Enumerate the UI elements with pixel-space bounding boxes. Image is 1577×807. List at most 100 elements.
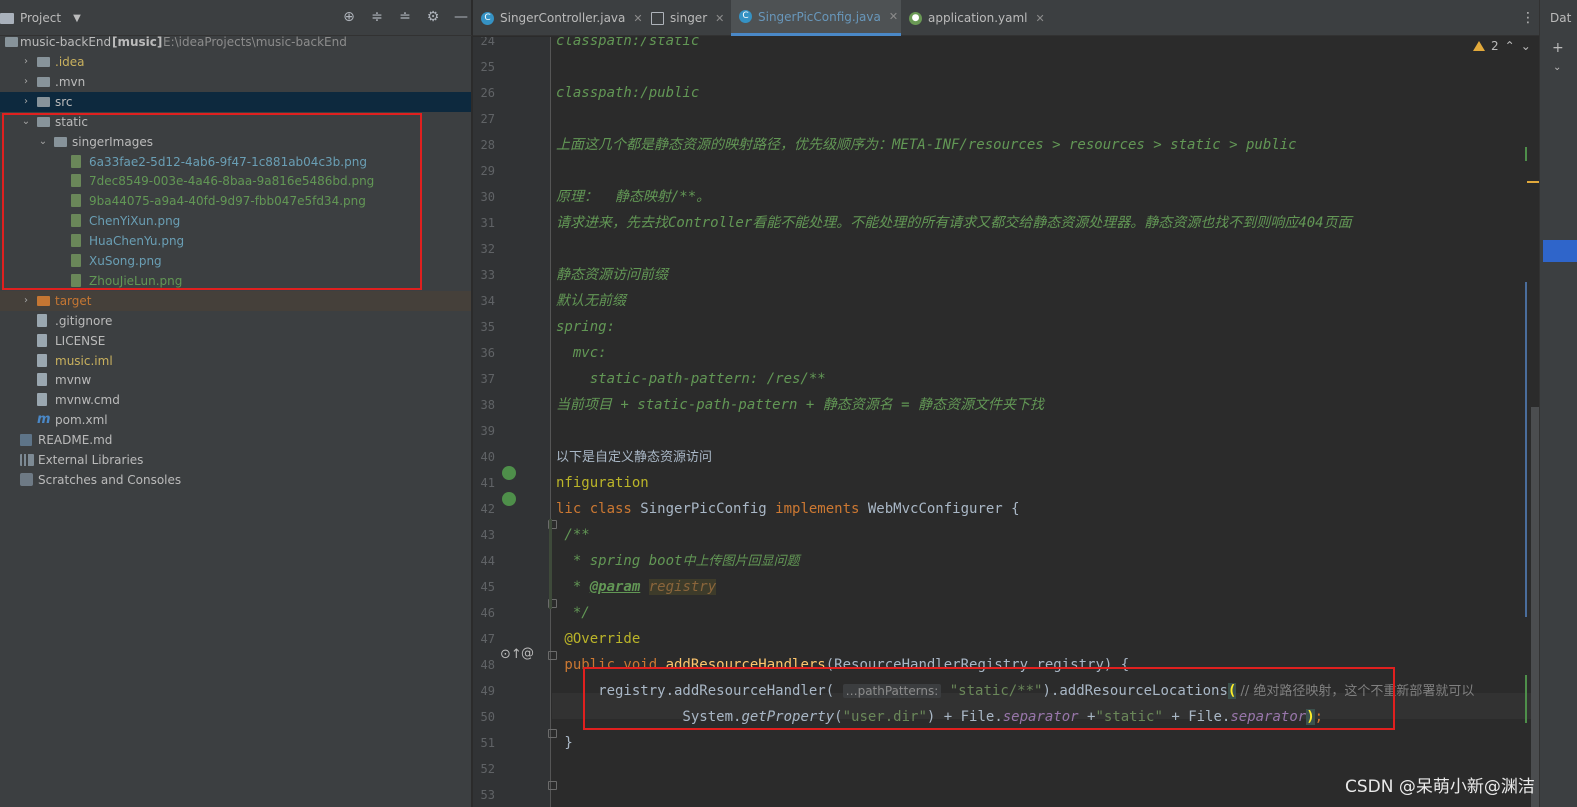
- tree-item-label: README.md: [38, 433, 113, 448]
- code-line-47: @Override: [556, 626, 640, 652]
- tree-item-music-iml[interactable]: music.iml: [0, 351, 471, 371]
- previous-highlight-icon[interactable]: ⌃: [1505, 39, 1515, 53]
- code-line-30: 原理： 静态映射/**。: [556, 184, 710, 210]
- tree-item-src[interactable]: › src: [0, 91, 471, 112]
- file-icon: [37, 353, 47, 367]
- tree-item-readme-md[interactable]: README.md: [0, 430, 471, 450]
- tree-root-path: E:\ideaProjects\music-backEnd: [163, 35, 347, 49]
- tree-item-target[interactable]: › target: [0, 290, 471, 311]
- locate-icon[interactable]: ⊕: [341, 9, 357, 25]
- tab-singer-table[interactable]: ▦ singer ✕: [643, 0, 731, 36]
- tree-item-label: mvnw: [55, 373, 92, 388]
- tab-singer-controller[interactable]: C SingerController.java ✕: [473, 0, 643, 36]
- override-method-icon[interactable]: ⊙↑: [500, 647, 522, 662]
- chevron-right-icon[interactable]: ›: [20, 72, 32, 92]
- project-panel-title: Project: [20, 11, 62, 25]
- close-icon[interactable]: ✕: [633, 12, 642, 25]
- code-line-31: 请求进来，先去找Controller看能不能处理。不能处理的所有请求又都交给静态…: [556, 210, 1352, 236]
- line-number: 50: [480, 710, 495, 724]
- file-icon: [37, 373, 47, 387]
- module-folder-icon: [5, 37, 18, 47]
- folder-icon: [37, 57, 50, 67]
- tab-label: singer: [670, 11, 708, 25]
- next-highlight-icon[interactable]: ⌄: [1521, 39, 1531, 53]
- scroll-change-mark[interactable]: [1525, 147, 1527, 161]
- scroll-warning-mark[interactable]: [1527, 181, 1539, 183]
- close-icon[interactable]: ✕: [1036, 12, 1045, 25]
- code-line-36: mvc:: [556, 340, 607, 366]
- line-number: 31: [480, 216, 495, 230]
- line-number: 33: [480, 268, 495, 282]
- tree-item-external-libraries[interactable]: External Libraries: [0, 450, 471, 470]
- code-doc: */: [556, 605, 590, 621]
- chevron-right-icon[interactable]: ›: [20, 291, 32, 311]
- line-number: 47: [480, 632, 495, 646]
- line-number: 42: [480, 502, 495, 516]
- code-doc-param: registry: [648, 579, 717, 595]
- code-doc: /**: [556, 527, 590, 543]
- database-tool-label[interactable]: Dat: [1550, 11, 1571, 25]
- scroll-change-mark[interactable]: [1525, 282, 1527, 617]
- annotation-icon[interactable]: @: [521, 646, 534, 661]
- code-line-37: static-path-pattern: /res/**: [556, 366, 826, 392]
- close-icon[interactable]: ✕: [715, 12, 724, 25]
- project-view-selector[interactable]: Project ▼: [0, 11, 81, 25]
- tree-item-scratches-and-consoles[interactable]: Scratches and Consoles: [0, 470, 471, 490]
- add-icon[interactable]: +: [1552, 40, 1564, 56]
- file-icon: [37, 313, 47, 327]
- chevron-down-icon: ▼: [73, 12, 81, 24]
- tree-root-music-backend[interactable]: music-backEnd [music] E:\ideaProjects\mu…: [0, 32, 471, 52]
- highlight-box-static-folder: [2, 113, 422, 290]
- code-line-34: 默认无前缀: [556, 288, 626, 314]
- tree-item-label: target: [55, 293, 92, 308]
- scroll-change-mark[interactable]: [1525, 675, 1527, 723]
- chevron-down-icon[interactable]: ⌄: [1553, 62, 1561, 73]
- line-number: 53: [480, 788, 495, 802]
- tree-item-gitignore[interactable]: .gitignore: [0, 311, 471, 331]
- watermark: CSDN @呆萌小新@渊洁: [1345, 777, 1535, 797]
- tab-singer-pic-config[interactable]: C SingerPicConfig.java ✕: [731, 0, 901, 36]
- line-number: 25: [480, 60, 495, 74]
- code-annotation: nfiguration: [556, 475, 649, 491]
- file-icon: [37, 333, 47, 347]
- warning-count: 2: [1491, 39, 1499, 53]
- tree-item-mvn[interactable]: › .mvn: [0, 72, 471, 92]
- inspection-widget[interactable]: 2 ⌃ ⌄: [1473, 39, 1531, 53]
- line-number: 28: [480, 138, 495, 152]
- tree-item-mvnw-cmd[interactable]: mvnw.cmd: [0, 390, 471, 410]
- chevron-right-icon[interactable]: ›: [20, 52, 32, 72]
- database-selection-bar[interactable]: [1543, 240, 1577, 262]
- spring-config-icon[interactable]: [502, 492, 516, 506]
- code-line-41: nfiguration: [556, 470, 649, 496]
- tree-item-pom-xml[interactable]: m pom.xml: [0, 410, 471, 430]
- tree-item-mvnw[interactable]: mvnw: [0, 370, 471, 390]
- line-number: 43: [480, 528, 495, 542]
- gear-icon[interactable]: ⚙: [425, 9, 441, 25]
- more-tabs-icon[interactable]: ⋮: [1521, 10, 1535, 26]
- project-panel-header: Project ▼ ⊕ ≑ ≐ ⚙ —: [0, 0, 472, 36]
- tree-item-license[interactable]: LICENSE: [0, 331, 471, 351]
- fold-marker[interactable]: [548, 781, 557, 790]
- code-line-51: }: [556, 730, 572, 756]
- line-number: 36: [480, 346, 495, 360]
- collapse-all-icon[interactable]: ≐: [397, 9, 413, 25]
- code-class-name: SingerPicConfig: [640, 501, 776, 517]
- expand-all-icon[interactable]: ≑: [369, 9, 385, 25]
- editor-scrollbar[interactable]: [1531, 407, 1539, 807]
- spring-bean-icon[interactable]: [502, 466, 516, 480]
- folder-icon: [37, 96, 50, 107]
- code-line-24: classpath:/static: [556, 37, 699, 54]
- tab-application-yaml[interactable]: ● application.yaml ✕: [901, 0, 1071, 36]
- tree-item-idea[interactable]: › .idea: [0, 52, 471, 72]
- highlight-box-resource-handler: [583, 667, 1395, 730]
- close-icon[interactable]: ✕: [889, 10, 898, 23]
- line-number: 27: [480, 112, 495, 126]
- code-line-46: */: [556, 600, 590, 626]
- line-number: 52: [480, 762, 495, 776]
- chevron-right-icon[interactable]: ›: [20, 92, 32, 112]
- minimize-icon[interactable]: —: [453, 9, 469, 25]
- code-editor[interactable]: ⊙↑ @ 24 25 26 27 28 29 30 31 32 33 34 35 36 37 38 39 40 4…: [473, 37, 1539, 807]
- java-class-icon: C: [481, 11, 494, 25]
- doc-comment-bar: [549, 519, 552, 609]
- code-line-33: 静态资源访问前缀: [556, 262, 668, 288]
